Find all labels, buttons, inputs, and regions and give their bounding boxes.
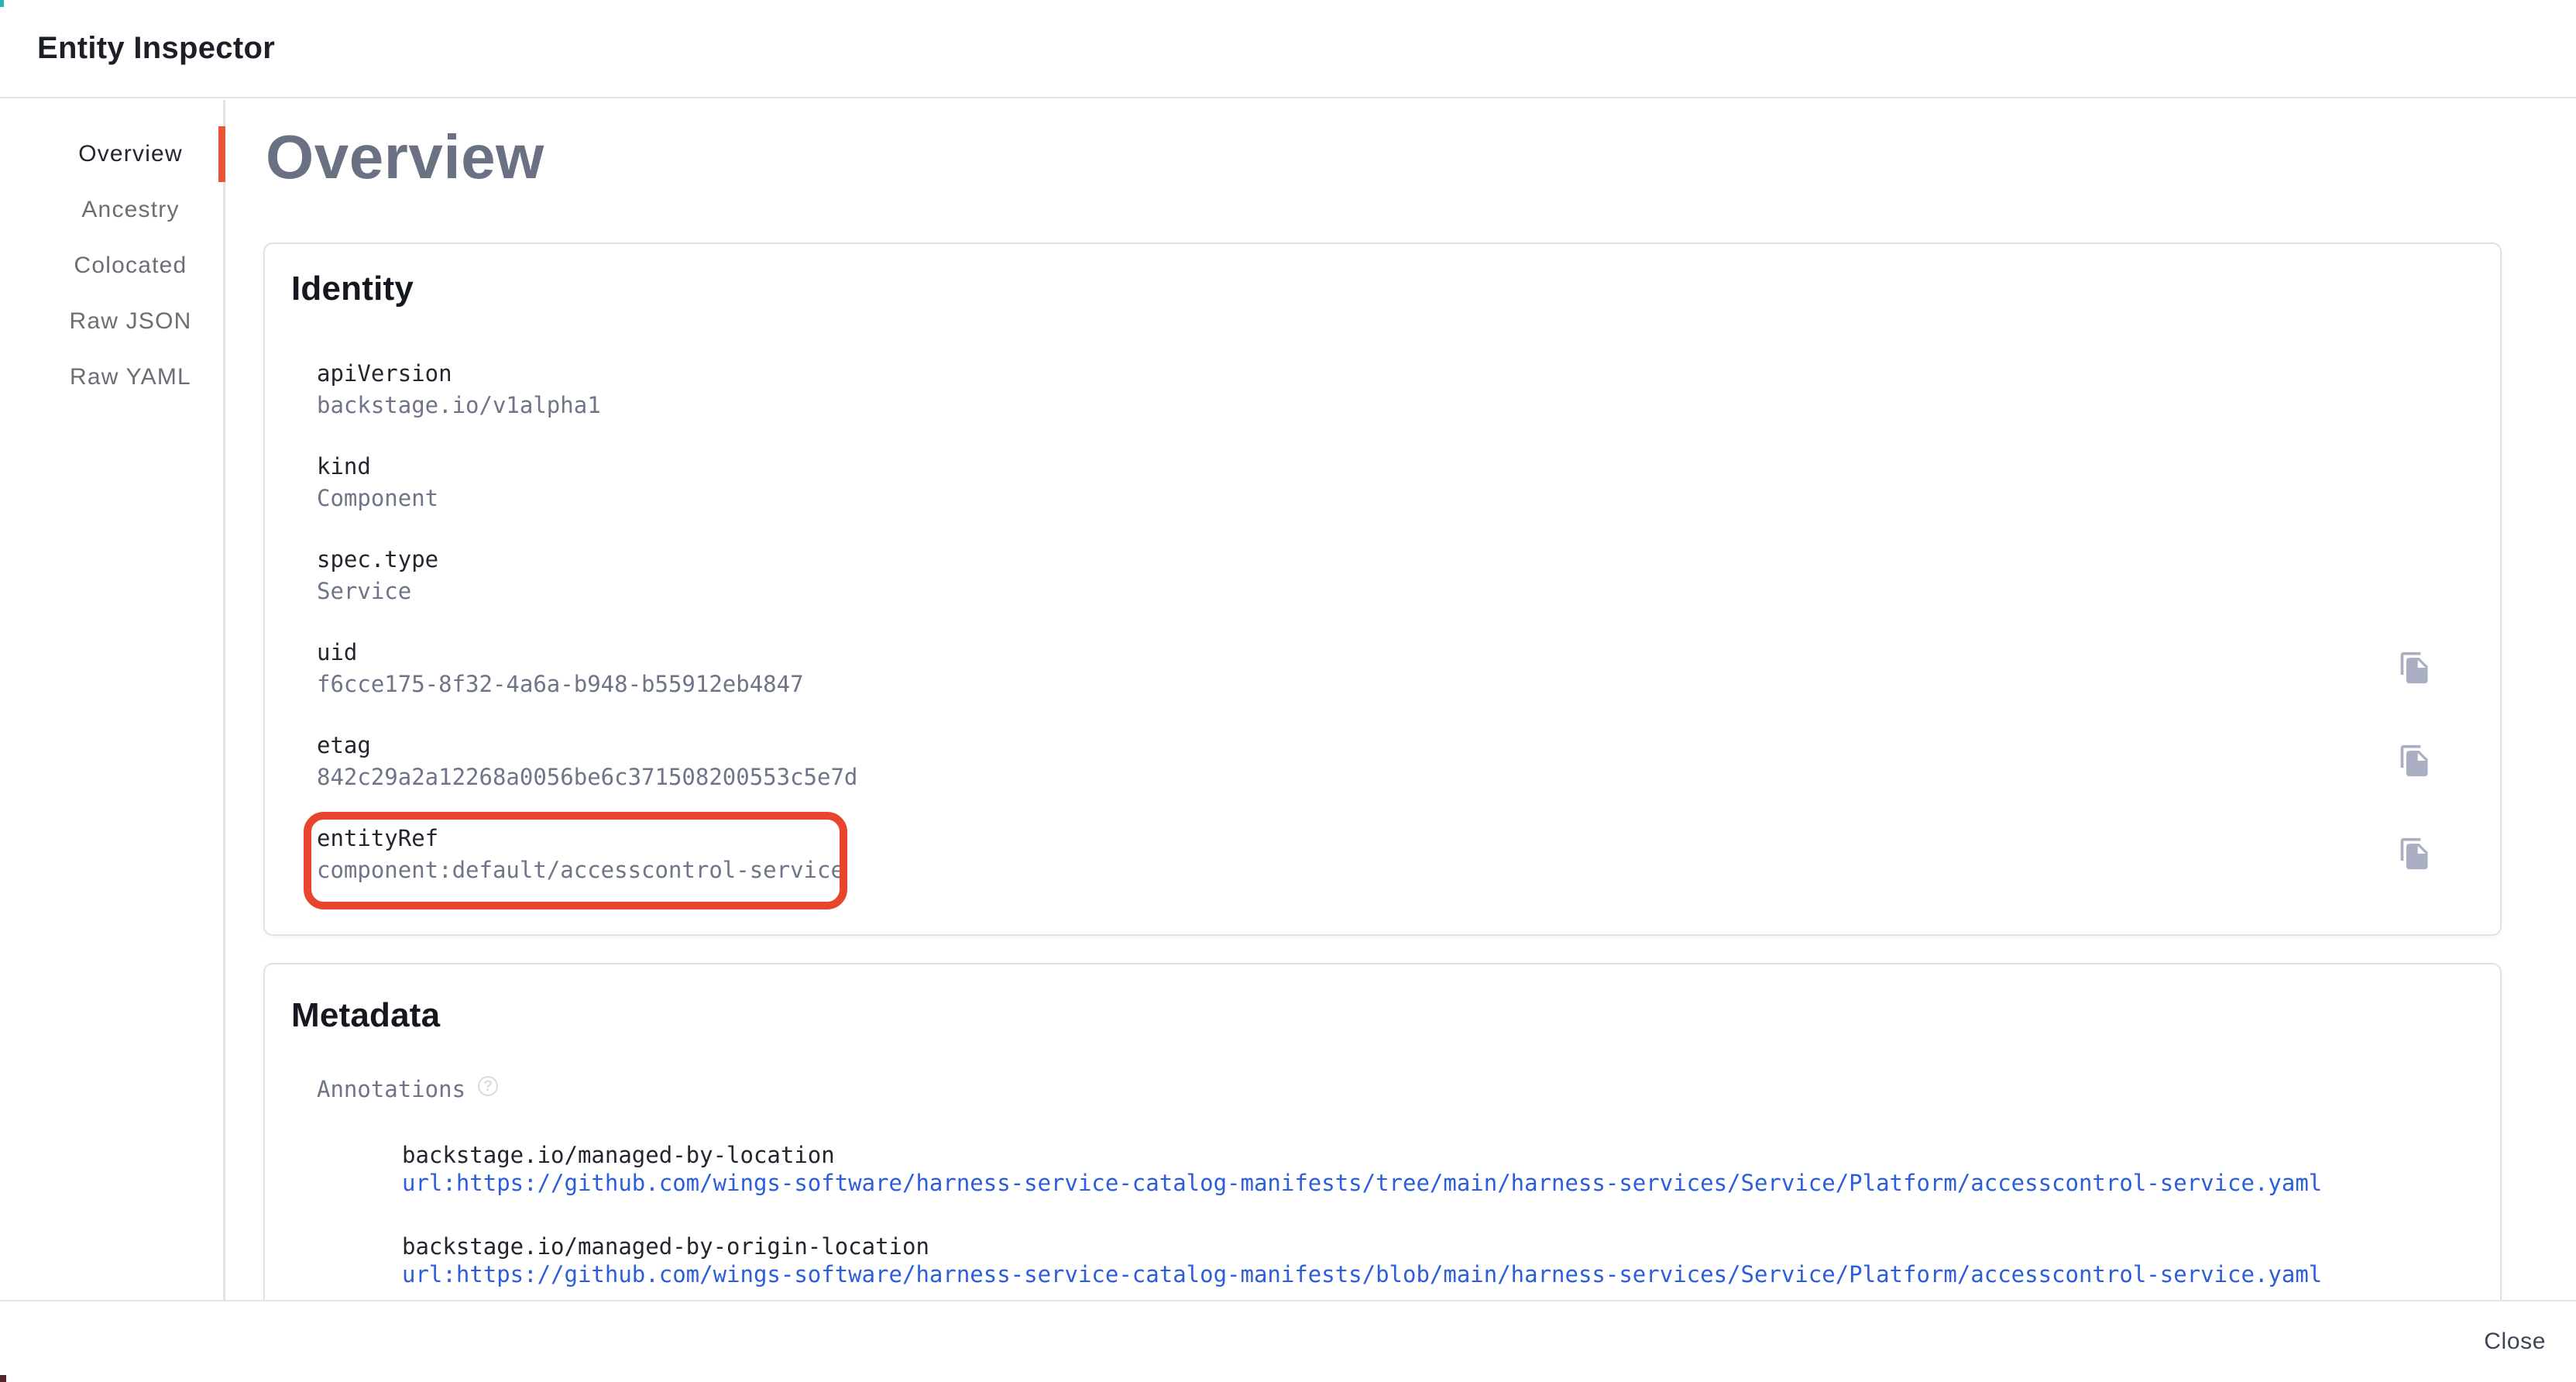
screen-artifact xyxy=(0,1375,6,1382)
identity-fields: apiVersion backstage.io/v1alpha1 kind Co… xyxy=(317,359,2500,916)
tab-colocated-label: Colocated xyxy=(74,253,187,279)
tab-ancestry-label: Ancestry xyxy=(81,197,179,223)
tab-overview-label: Overview xyxy=(78,141,183,167)
field-value: f6cce175-8f32-4a6a-b948-b55912eb4847 xyxy=(317,669,2500,700)
annotation-url-link[interactable]: url:https://github.com/wings-software/ha… xyxy=(402,1169,2322,1197)
page-title: Overview xyxy=(266,122,2576,193)
dialog-content[interactable]: Overview Identity apiVersion backstage.i… xyxy=(225,100,2576,1300)
field-label: uid xyxy=(317,638,2500,667)
file-copy-icon xyxy=(2398,837,2432,871)
copy-entity-ref-button[interactable] xyxy=(2398,837,2432,871)
annotations-header: Annotations ? xyxy=(317,1074,2500,1104)
field-spec-type: spec.type Service xyxy=(317,545,2500,638)
tab-raw-json[interactable]: Raw JSON xyxy=(0,294,224,349)
annotation-key: backstage.io/managed-by-location xyxy=(402,1141,2500,1169)
field-etag: etag 842c29a2a12268a0056be6c371508200553… xyxy=(317,731,2500,823)
field-value: Service xyxy=(317,576,2500,607)
field-label: etag xyxy=(317,731,2500,760)
annotation-managed-by-location: backstage.io/managed-by-location url:htt… xyxy=(402,1141,2500,1232)
identity-card-title: Identity xyxy=(291,269,2500,309)
field-entity-ref: entityRef component:default/accesscontro… xyxy=(317,823,2500,916)
close-button[interactable]: Close xyxy=(2470,1319,2560,1364)
annotation-url-link[interactable]: url:https://github.com/wings-software/ha… xyxy=(402,1260,2322,1288)
tab-raw-json-label: Raw JSON xyxy=(70,308,192,335)
field-value: backstage.io/v1alpha1 xyxy=(317,390,2500,421)
dialog-footer: Close xyxy=(0,1300,2576,1382)
field-label: entityRef xyxy=(317,823,2500,853)
help-icon[interactable]: ? xyxy=(478,1076,498,1096)
tab-raw-yaml-label: Raw YAML xyxy=(70,364,191,390)
field-value: 842c29a2a12268a0056be6c371508200553c5e7d xyxy=(317,761,2500,792)
metadata-card: Metadata Annotations ? backstage.io/mana… xyxy=(263,963,2502,1300)
identity-card: Identity apiVersion backstage.io/v1alpha… xyxy=(263,242,2502,936)
field-kind: kind Component xyxy=(317,452,2500,545)
file-copy-icon xyxy=(2398,744,2432,778)
field-uid: uid f6cce175-8f32-4a6a-b948-b55912eb4847 xyxy=(317,638,2500,731)
tab-list: Overview Ancestry Colocated Raw JSON Raw… xyxy=(0,126,224,405)
dialog-title: Entity Inspector xyxy=(37,31,275,66)
annotation-key: backstage.io/managed-by-origin-location xyxy=(402,1232,2500,1260)
screen-artifact xyxy=(0,0,4,7)
tab-colocated[interactable]: Colocated xyxy=(0,238,224,294)
annotations-label: Annotations xyxy=(317,1074,465,1104)
active-tab-indicator xyxy=(218,126,225,182)
field-api-version: apiVersion backstage.io/v1alpha1 xyxy=(317,359,2500,452)
entity-inspector-dialog: Entity Inspector Overview Ancestry Coloc… xyxy=(0,0,2576,1382)
annotation-list: backstage.io/managed-by-location url:htt… xyxy=(402,1141,2500,1300)
metadata-card-title: Metadata xyxy=(291,995,2500,1036)
field-label: spec.type xyxy=(317,545,2500,574)
tab-raw-yaml[interactable]: Raw YAML xyxy=(0,349,224,405)
sidebar: Overview Ancestry Colocated Raw JSON Raw… xyxy=(0,100,224,1300)
field-label: apiVersion xyxy=(317,359,2500,388)
field-label: kind xyxy=(317,452,2500,481)
field-value: Component xyxy=(317,483,2500,514)
copy-uid-button[interactable] xyxy=(2398,651,2432,685)
file-copy-icon xyxy=(2398,651,2432,685)
copy-etag-button[interactable] xyxy=(2398,744,2432,778)
help-glyph: ? xyxy=(483,1079,493,1094)
field-value: component:default/accesscontrol-service xyxy=(317,854,2500,885)
tab-overview[interactable]: Overview xyxy=(0,126,224,182)
dialog-header: Entity Inspector xyxy=(0,0,2576,98)
annotation-managed-by-origin-location: backstage.io/managed-by-origin-location … xyxy=(402,1232,2500,1300)
tab-ancestry[interactable]: Ancestry xyxy=(0,182,224,238)
